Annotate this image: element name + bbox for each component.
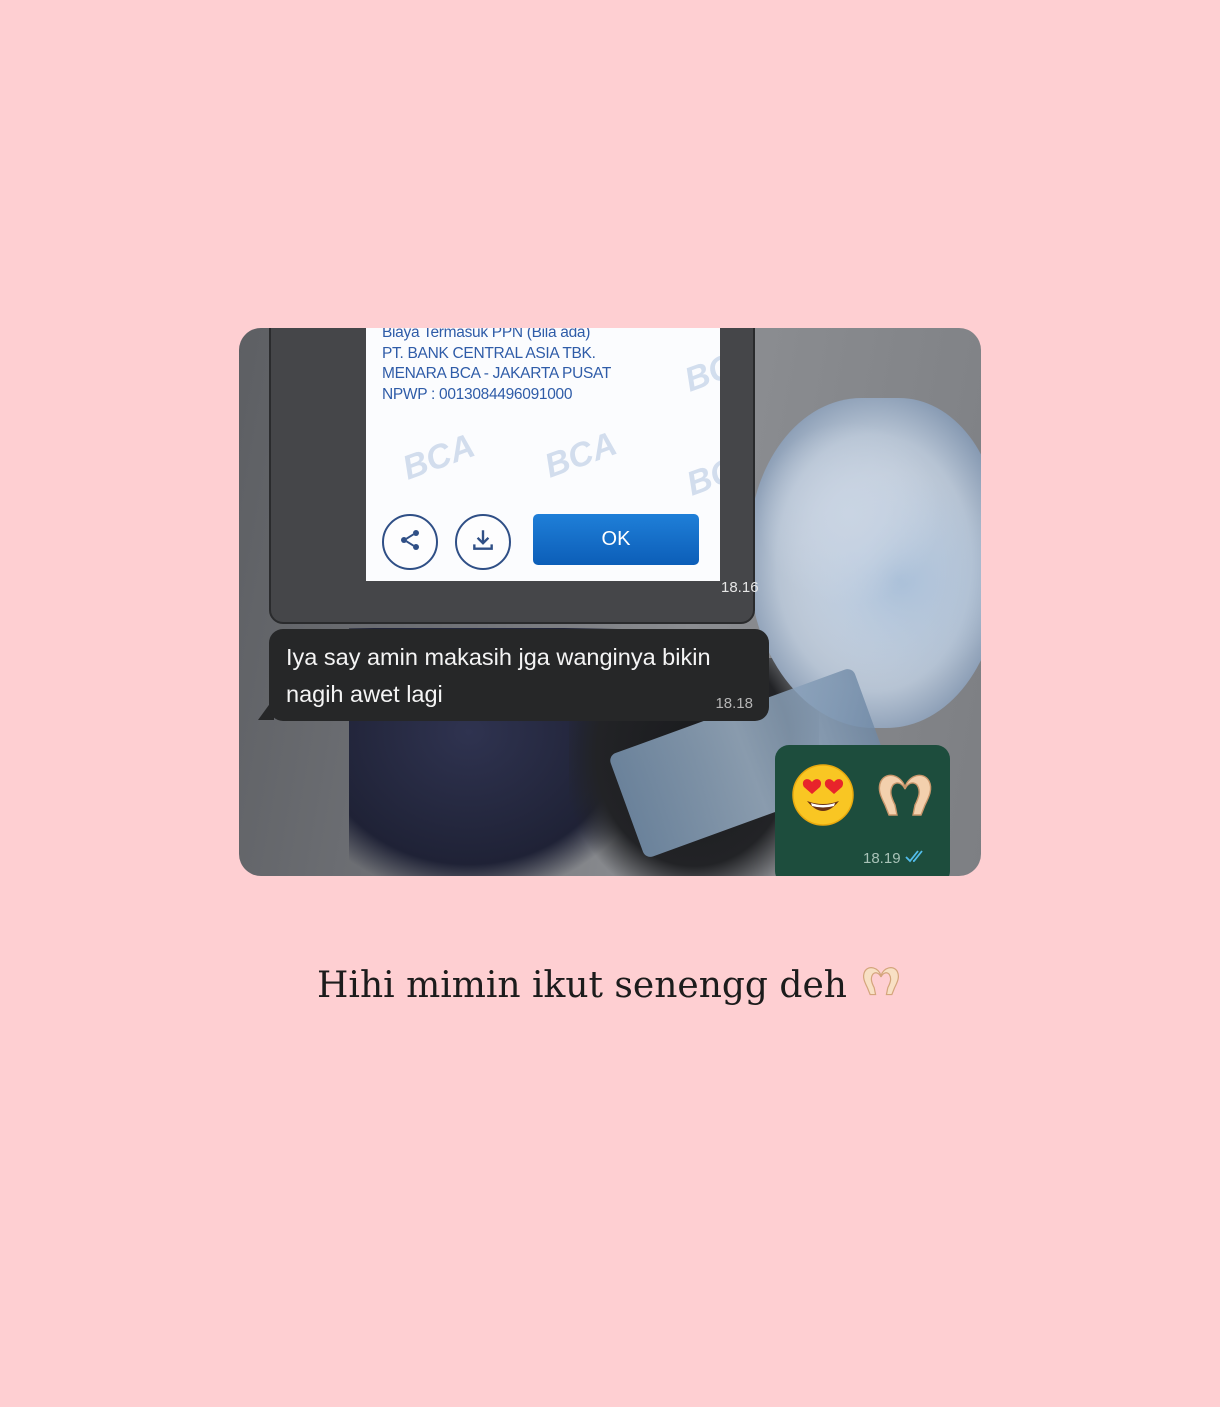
story-caption: Hihi mimin ikut senengg deh (0, 962, 1220, 1009)
receipt-watermark: BCA (539, 424, 622, 486)
share-icon (398, 528, 422, 556)
receipt-line: NPWP : 0013084496091000 (382, 385, 573, 403)
heart-hands-icon (873, 767, 937, 827)
outgoing-message[interactable]: 18.19 (775, 745, 950, 876)
receipt-line: MENARA BCA - JAKARTA PUSAT (382, 365, 612, 382)
chat-screenshot: BCA BCA BCA BCA Biaya Termasuk PPN (Bila… (239, 328, 981, 876)
receipt-line: Biaya Termasuk PPN (Bila ada) (382, 328, 591, 341)
photo-bouquet (749, 398, 981, 728)
message-time: 18.16 (721, 579, 759, 596)
download-icon (470, 527, 496, 557)
message-time: 18.19 (863, 849, 901, 867)
receipt-line: PT. BANK CENTRAL ASIA TBK. (382, 344, 596, 362)
receipt-watermark: BCA (681, 442, 720, 504)
message-text: Iya say amin makasih jga wanginya bikin … (286, 644, 711, 707)
heart-hands-icon (859, 962, 903, 1009)
double-check-icon (904, 849, 927, 867)
message-time: 18.18 (715, 695, 753, 712)
receipt-watermark: BCA (397, 426, 480, 488)
bca-receipt: BCA BCA BCA BCA Biaya Termasuk PPN (Bila… (366, 328, 720, 581)
smiling-face-with-heart-eyes-icon (791, 763, 855, 831)
image-message[interactable]: BCA BCA BCA BCA Biaya Termasuk PPN (Bila… (269, 328, 759, 624)
caption-text: Hihi mimin ikut senengg deh (317, 965, 847, 1006)
share-button[interactable] (382, 514, 438, 570)
message-time-row: 18.19 (863, 849, 927, 867)
ok-button[interactable]: OK (533, 514, 699, 565)
incoming-message[interactable]: Iya say amin makasih jga wanginya bikin … (269, 629, 769, 721)
download-button[interactable] (455, 514, 511, 570)
